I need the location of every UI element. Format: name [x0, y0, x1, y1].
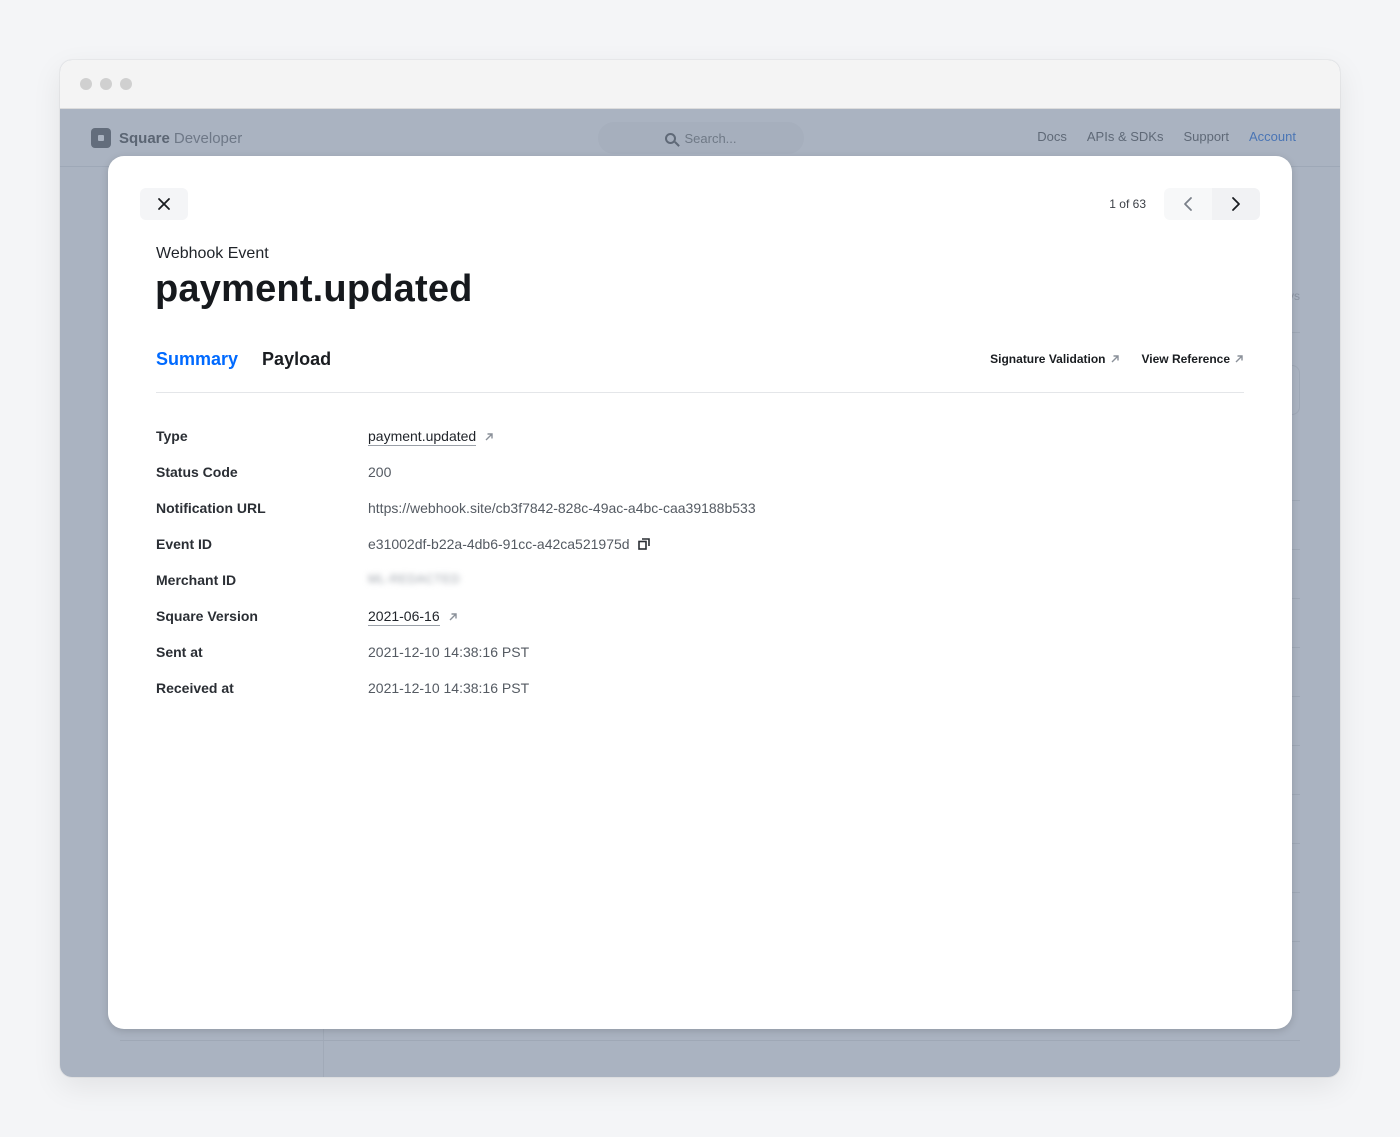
copy-button[interactable]: [637, 538, 650, 550]
previous-event-button[interactable]: [1164, 188, 1212, 220]
browser-titlebar: [60, 60, 1340, 109]
view-reference-link[interactable]: View Reference: [1142, 352, 1245, 366]
external-arrow-icon: [485, 433, 493, 441]
close-icon: [158, 198, 170, 210]
search-icon: [665, 132, 677, 144]
detail-row-notification-url: Notification URL https://webhook.site/cb…: [156, 500, 756, 536]
brand-name: Square: [119, 129, 170, 147]
search-placeholder: Search...: [684, 130, 737, 146]
tab-summary[interactable]: Summary: [156, 349, 238, 370]
detail-value: 2021-06-16: [368, 608, 458, 626]
close-button[interactable]: [140, 188, 188, 220]
modal-eyebrow: Webhook Event: [156, 245, 269, 262]
received-at-value: 2021-12-10 14:38:16 PST: [368, 680, 530, 696]
search-input[interactable]: Search...: [598, 122, 804, 154]
sent-at-value: 2021-12-10 14:38:16 PST: [368, 644, 530, 660]
event-type-link[interactable]: payment.updated: [368, 428, 477, 446]
detail-row-merchant-id: Merchant ID ML-REDACTED: [156, 572, 756, 608]
tabs-divider: [156, 392, 1244, 393]
detail-label: Merchant ID: [156, 572, 237, 588]
event-id-value: e31002df-b22a-4db6-91cc-a42ca521975d: [368, 536, 630, 552]
square-version-link[interactable]: 2021-06-16: [368, 608, 440, 626]
detail-row-sent-at: Sent at 2021-12-10 14:38:16 PST: [156, 644, 756, 680]
external-arrow-icon: [449, 613, 457, 621]
nav-link-account[interactable]: Account: [1249, 129, 1296, 144]
browser-window: Square Developer Search... Docs APIs & S…: [60, 60, 1340, 1077]
detail-label: Received at: [156, 680, 234, 696]
event-details: Type payment.updated Status Code 200 Not…: [156, 428, 756, 716]
window-minimize-dot[interactable]: [100, 78, 112, 90]
modal-tabs: Summary Payload: [156, 349, 331, 370]
top-nav-links: Docs APIs & SDKs Support Account: [1037, 129, 1296, 144]
next-event-button[interactable]: [1212, 188, 1260, 220]
copy-icon: [637, 538, 650, 550]
detail-label: Sent at: [156, 644, 203, 660]
pager-count: 1 of 63: [1109, 197, 1146, 211]
status-code-value: 200: [368, 464, 392, 480]
detail-row-status-code: Status Code 200: [156, 464, 756, 500]
detail-row-received-at: Received at 2021-12-10 14:38:16 PST: [156, 680, 756, 716]
detail-label: Notification URL: [156, 500, 266, 516]
brand-suffix: Developer: [173, 129, 243, 147]
background-divider: [120, 1040, 1300, 1041]
brand-logo[interactable]: Square Developer: [91, 128, 242, 148]
detail-label: Event ID: [156, 536, 213, 552]
square-logo-icon: [91, 128, 111, 148]
detail-row-event-id: Event ID e31002df-b22a-4db6-91cc-a42ca52…: [156, 536, 756, 572]
detail-row-square-version: Square Version 2021-06-16: [156, 608, 756, 644]
chevron-left-icon: [1184, 197, 1192, 211]
detail-value: e31002df-b22a-4db6-91cc-a42ca521975d: [368, 536, 650, 552]
webhook-event-modal: 1 of 63 Webhook Event payment.updated Su…: [108, 156, 1292, 1029]
tab-payload[interactable]: Payload: [262, 349, 331, 370]
detail-row-type: Type payment.updated: [156, 428, 756, 464]
event-pager: 1 of 63: [1109, 188, 1260, 220]
external-arrow-icon: [1111, 355, 1119, 363]
signature-validation-link[interactable]: Signature Validation: [990, 352, 1119, 366]
detail-label: Square Version: [156, 608, 258, 624]
detail-value: payment.updated: [368, 428, 494, 446]
detail-label: Type: [156, 428, 188, 444]
external-links: Signature Validation View Reference: [990, 352, 1244, 366]
nav-link-support[interactable]: Support: [1183, 129, 1229, 144]
notification-url-value: https://webhook.site/cb3f7842-828c-49ac-…: [368, 500, 756, 516]
nav-link-apis-sdks[interactable]: APIs & SDKs: [1087, 129, 1164, 144]
merchant-id-value-redacted: ML-REDACTED: [368, 572, 461, 586]
nav-link-docs[interactable]: Docs: [1037, 129, 1067, 144]
view-reference-label: View Reference: [1141, 352, 1231, 366]
window-close-dot[interactable]: [80, 78, 92, 90]
window-maximize-dot[interactable]: [120, 78, 132, 90]
detail-label: Status Code: [156, 464, 238, 480]
signature-validation-label: Signature Validation: [990, 352, 1106, 366]
modal-title: payment.updated: [155, 268, 473, 310]
external-arrow-icon: [1235, 355, 1243, 363]
chevron-right-icon: [1232, 197, 1240, 211]
